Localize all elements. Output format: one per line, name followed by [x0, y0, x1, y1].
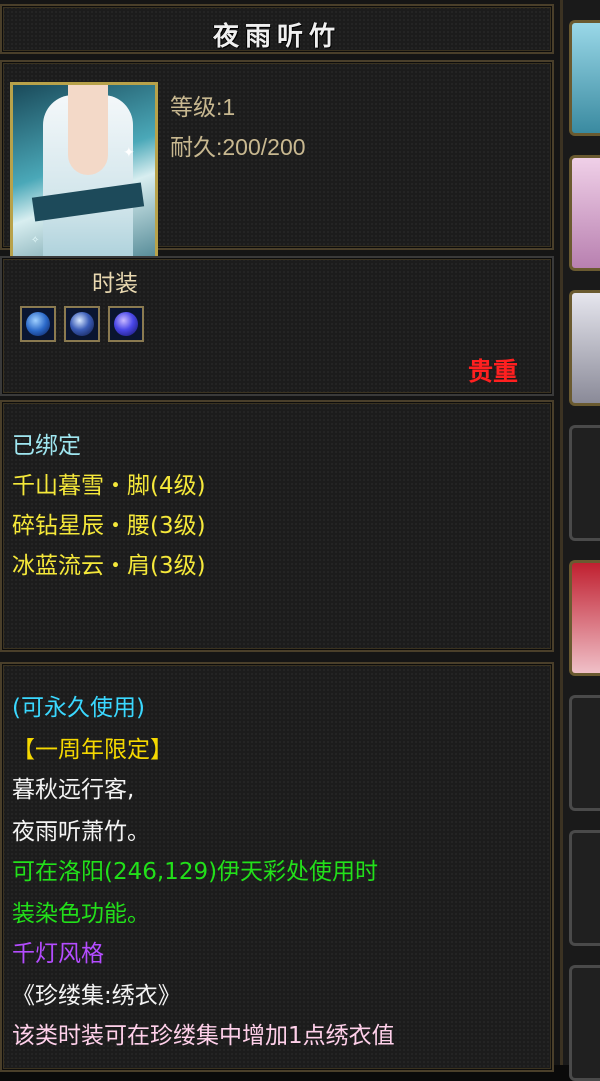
inventory-slot[interactable] — [569, 830, 600, 946]
set-line: 冰蓝流云・肩(3级) — [12, 553, 206, 579]
inventory-strip — [560, 0, 600, 1081]
poem-line: 夜雨听萧竹。 — [12, 819, 150, 845]
set-line: 千山暮雪・脚(4级) — [12, 473, 206, 499]
inventory-slot[interactable] — [569, 290, 600, 406]
collection-desc-line: 该类时装可在珍缕集中增加1点绣衣值 — [12, 1023, 395, 1049]
item-header: ✦ ✧ 等级:1 耐久:200/200 — [0, 60, 554, 290]
item-level: 等级:1 — [170, 94, 236, 120]
limited-line: 【一周年限定】 — [12, 737, 173, 763]
bind-status: 已绑定 — [12, 433, 81, 459]
item-tooltip: 夜雨听竹 ✦ ✧ 等级:1 耐久:200/200 时装 贵重 已绑定 千山暮雪・… — [0, 0, 560, 1072]
item-category: 时装 — [92, 271, 138, 297]
rarity-label: 贵重 — [467, 357, 518, 386]
dye-line: 可在洛阳(246,129)伊天彩处使用时 — [12, 859, 379, 885]
binding-panel: 已绑定 千山暮雪・脚(4级) 碎钻星辰・腰(3级) 冰蓝流云・肩(3级) — [0, 400, 554, 652]
category-panel: 时装 贵重 — [0, 256, 554, 396]
inventory-slot[interactable] — [569, 155, 600, 271]
description-panel: (可永久使用) 【一周年限定】 暮秋远行客, 夜雨听萧竹。 可在洛阳(246,1… — [0, 662, 554, 1072]
set-line: 碎钻星辰・腰(3级) — [12, 513, 206, 539]
sparkle-icon: ✦ — [123, 145, 135, 161]
blue-gem-icon[interactable] — [20, 306, 56, 342]
title-bar: 夜雨听竹 — [0, 4, 554, 54]
sparkle-icon: ✧ — [31, 235, 40, 246]
collection-line: 《珍缕集:绣衣》 — [12, 983, 181, 1009]
inventory-slot[interactable] — [569, 695, 600, 811]
item-name: 夜雨听竹 — [212, 22, 341, 52]
figure-graphic — [68, 85, 108, 175]
purple-gem-icon[interactable] — [108, 306, 144, 342]
usage-line: (可永久使用) — [12, 695, 145, 721]
dye-line: 装染色功能。 — [12, 901, 150, 927]
item-durability: 耐久:200/200 — [170, 134, 306, 160]
style-line: 千灯风格 — [12, 941, 104, 967]
inventory-slot[interactable] — [569, 425, 600, 541]
poem-line: 暮秋远行客, — [12, 777, 135, 803]
star-gem-icon[interactable] — [64, 306, 100, 342]
inventory-slot[interactable] — [569, 560, 600, 676]
gem-slots — [20, 306, 144, 342]
inventory-slot[interactable] — [569, 20, 600, 136]
inventory-slot[interactable] — [569, 965, 600, 1081]
